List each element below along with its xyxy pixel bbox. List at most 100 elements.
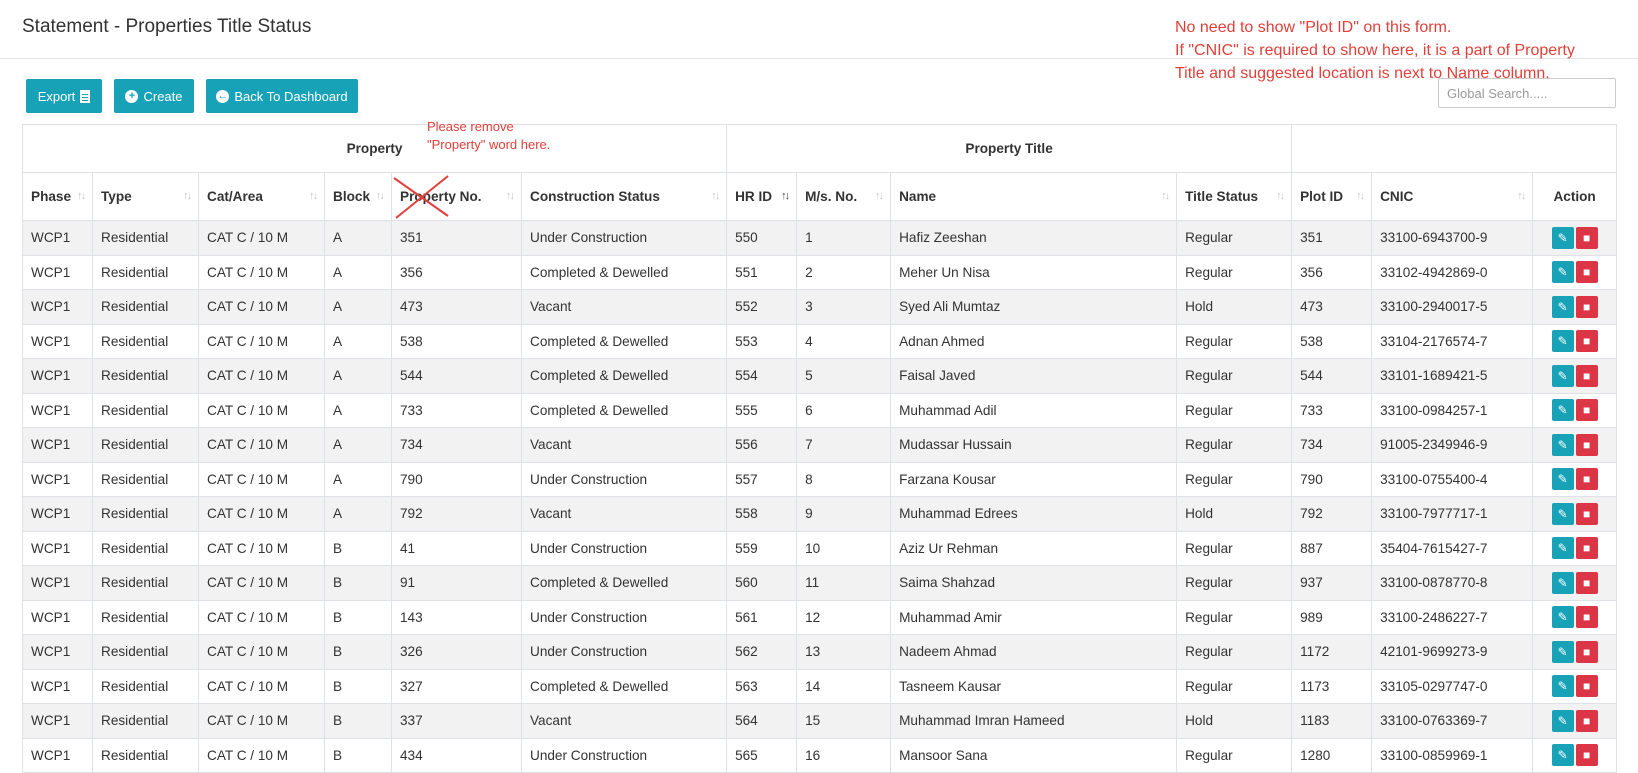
sort-icon[interactable]: ↑↓: [781, 190, 790, 202]
table-cell: CAT C / 10 M: [198, 530, 325, 566]
sort-icon[interactable]: ↑↓: [183, 190, 192, 202]
table-cell: 351: [1291, 220, 1373, 256]
table-cell: 1172: [1291, 634, 1373, 670]
table-cell: 1: [796, 220, 892, 256]
edit-icon[interactable]: ✎: [1551, 399, 1574, 422]
delete-icon[interactable]: ■: [1575, 537, 1598, 560]
table-cell: 434: [391, 737, 522, 773]
edit-icon[interactable]: ✎: [1551, 502, 1574, 525]
action-cell: ✎ ■: [1532, 323, 1618, 359]
edit-icon[interactable]: ✎: [1551, 226, 1574, 249]
file-icon: [80, 89, 91, 103]
delete-icon[interactable]: ■: [1575, 468, 1598, 491]
edit-icon[interactable]: ✎: [1551, 537, 1574, 560]
delete-icon[interactable]: ■: [1575, 709, 1598, 732]
sort-icon[interactable]: ↑↓: [1356, 190, 1365, 202]
column-header-cat-area[interactable]: Cat/Area ↑↓: [198, 172, 325, 221]
table-cell: Under Construction: [520, 461, 728, 497]
table-cell: CAT C / 10 M: [198, 599, 325, 635]
edit-icon[interactable]: ✎: [1551, 433, 1574, 456]
table-cell: CAT C / 10 M: [198, 427, 325, 463]
delete-icon[interactable]: ■: [1575, 433, 1598, 456]
table-cell: 734: [1291, 427, 1373, 463]
delete-icon[interactable]: ■: [1575, 226, 1598, 249]
table-cell: 33100-2940017-5: [1371, 289, 1534, 325]
action-cell: ✎ ■: [1532, 254, 1618, 290]
back-to-dashboard-button[interactable]: ← Back To Dashboard: [206, 79, 358, 113]
sort-icon[interactable]: ↑↓: [376, 190, 385, 202]
edit-icon[interactable]: ✎: [1551, 606, 1574, 629]
column-header-phase[interactable]: Phase ↑↓: [22, 172, 93, 221]
column-header-m-s-no[interactable]: M/s. No. ↑↓: [796, 172, 892, 221]
table-cell: A: [324, 289, 392, 325]
sort-icon[interactable]: ↑↓: [309, 190, 318, 202]
table-cell: 9: [796, 496, 892, 532]
table-cell: 42101-9699273-9: [1371, 634, 1534, 670]
edit-icon[interactable]: ✎: [1551, 640, 1574, 663]
delete-icon[interactable]: ■: [1575, 330, 1598, 353]
column-header-cnic[interactable]: CNIC ↑↓: [1371, 172, 1534, 221]
edit-icon[interactable]: ✎: [1551, 330, 1574, 353]
edit-icon[interactable]: ✎: [1551, 364, 1574, 387]
table-cell: 10: [796, 530, 892, 566]
delete-icon[interactable]: ■: [1575, 364, 1598, 387]
column-header-title-status[interactable]: Title Status ↑↓: [1176, 172, 1293, 221]
action-cell: ✎ ■: [1532, 461, 1618, 497]
create-button[interactable]: + Create: [114, 79, 194, 113]
edit-icon[interactable]: ✎: [1551, 261, 1574, 284]
delete-icon[interactable]: ■: [1575, 640, 1598, 663]
delete-icon[interactable]: ■: [1575, 606, 1598, 629]
delete-icon[interactable]: ■: [1575, 675, 1598, 698]
table-cell: Residential: [92, 599, 199, 635]
table-cell: 33101-1689421-5: [1371, 358, 1534, 394]
column-header-construction-status[interactable]: Construction Status ↑↓: [520, 172, 728, 221]
delete-icon[interactable]: ■: [1575, 502, 1598, 525]
edit-icon[interactable]: ✎: [1551, 675, 1574, 698]
sort-icon[interactable]: ↑↓: [1161, 190, 1170, 202]
sort-icon[interactable]: ↑↓: [1517, 190, 1526, 202]
table-cell: 561: [726, 599, 798, 635]
table-cell: 351: [391, 220, 522, 256]
table-cell: Tasneem Kausar: [890, 668, 1178, 704]
table-cell: B: [324, 634, 392, 670]
sort-icon[interactable]: ↑↓: [506, 190, 515, 202]
edit-icon[interactable]: ✎: [1551, 709, 1574, 732]
column-header-label: Block: [333, 189, 371, 204]
sort-icon[interactable]: ↑↓: [711, 190, 720, 202]
export-button[interactable]: Export: [26, 79, 102, 113]
table-cell: WCP1: [22, 358, 93, 394]
delete-icon[interactable]: ■: [1575, 295, 1598, 318]
delete-icon[interactable]: ■: [1575, 261, 1598, 284]
table-cell: 544: [391, 358, 522, 394]
column-header-name[interactable]: Name ↑↓: [890, 172, 1178, 221]
action-cell: ✎ ■: [1532, 220, 1618, 256]
edit-icon[interactable]: ✎: [1551, 295, 1574, 318]
edit-icon[interactable]: ✎: [1551, 571, 1574, 594]
column-header-type[interactable]: Type ↑↓: [92, 172, 199, 221]
column-header-block[interactable]: Block ↑↓: [324, 172, 392, 221]
delete-icon[interactable]: ■: [1575, 744, 1598, 767]
sort-icon[interactable]: ↑↓: [1276, 190, 1285, 202]
global-search-input[interactable]: [1438, 78, 1616, 108]
sort-icon[interactable]: ↑↓: [77, 190, 86, 202]
column-header-plot-id[interactable]: Plot ID ↑↓: [1291, 172, 1373, 221]
table-cell: Residential: [92, 220, 199, 256]
table-cell: Meher Un Nisa: [890, 254, 1178, 290]
column-header-hr-id[interactable]: HR ID ↑↓: [726, 172, 798, 221]
delete-icon[interactable]: ■: [1575, 571, 1598, 594]
table-cell: CAT C / 10 M: [198, 323, 325, 359]
sort-icon[interactable]: ↑↓: [875, 190, 884, 202]
table-cell: 33100-6943700-9: [1371, 220, 1534, 256]
action-cell: ✎ ■: [1532, 358, 1618, 394]
edit-icon[interactable]: ✎: [1551, 744, 1574, 767]
table-cell: 1280: [1291, 737, 1373, 773]
table-cell: Residential: [92, 323, 199, 359]
table-row: WCP1 Residential CAT C / 10 M B 41 Under Cons…: [22, 530, 1618, 566]
column-header-row: Phase ↑↓ Type ↑↓ Cat/Area ↑↓ Block ↑↓ Property N…: [22, 172, 1618, 221]
table-row: WCP1 Residential CAT C / 10 M B 91 Completed …: [22, 565, 1618, 601]
table-cell: Regular: [1176, 461, 1293, 497]
delete-icon[interactable]: ■: [1575, 399, 1598, 422]
table-cell: WCP1: [22, 634, 93, 670]
edit-icon[interactable]: ✎: [1551, 468, 1574, 491]
table-cell: Regular: [1176, 323, 1293, 359]
